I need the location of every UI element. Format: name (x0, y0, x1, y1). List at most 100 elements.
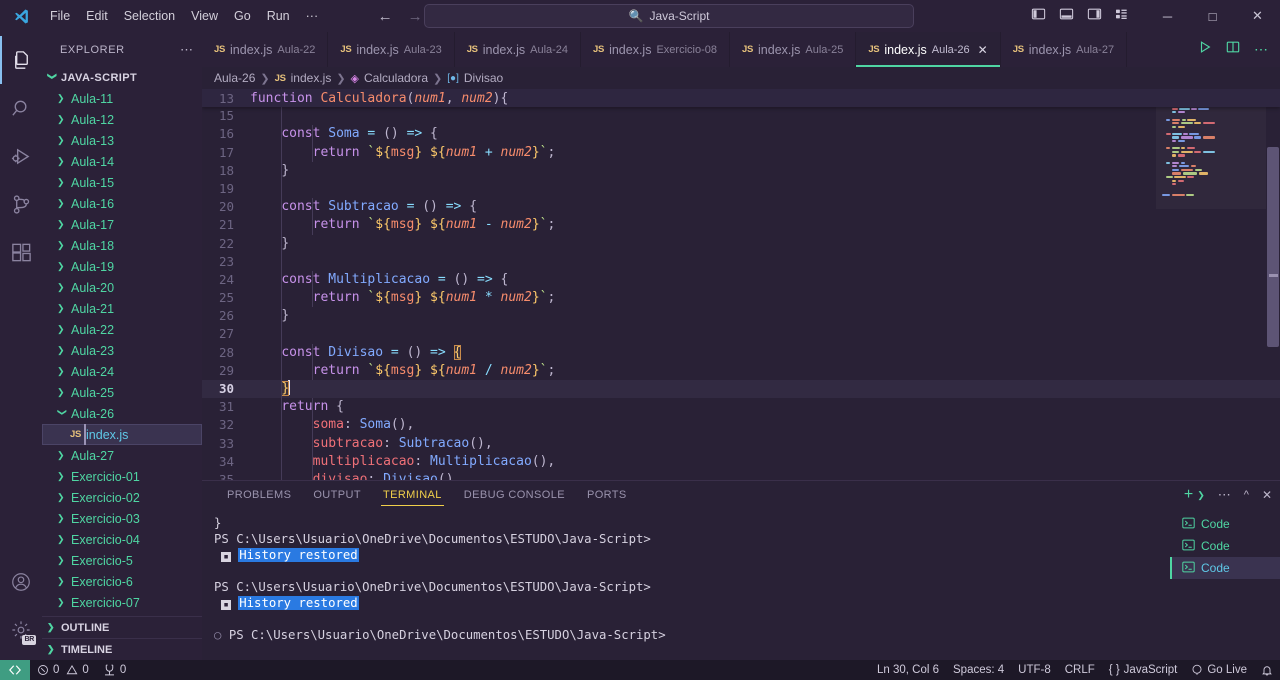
sidebar-folder-Aula-17[interactable]: ❯ Aula-17 (42, 214, 202, 235)
code-line-16[interactable]: 16 const Soma = () => { (202, 125, 1280, 143)
code-line-31[interactable]: 31 return { (202, 398, 1280, 416)
code-line-33[interactable]: 33 subtracao: Subtracao(), (202, 435, 1280, 453)
editor-scrollbar[interactable] (1266, 89, 1280, 480)
customize-layout-icon[interactable] (1115, 7, 1131, 26)
code-line-26[interactable]: 26 } (202, 307, 1280, 325)
sticky-scroll-line[interactable]: 13 function Calculadora(num1, num2){ (202, 89, 1280, 108)
editor-tab-Aula-24[interactable]: JS index.js Aula-24 (454, 32, 582, 67)
breadcrumb-item-class[interactable]: Calculadora (364, 71, 428, 85)
code-line-20[interactable]: 20 const Subtracao = () => { (202, 198, 1280, 216)
code-line-34[interactable]: 34 multiplicacao: Multiplicacao(), (202, 453, 1280, 471)
sidebar-folder-Aula-19[interactable]: ❯ Aula-19 (42, 256, 202, 277)
toggle-primary-sidebar-icon[interactable] (1031, 7, 1046, 26)
maximize-button[interactable]: □ (1190, 0, 1235, 32)
search-icon[interactable] (0, 84, 42, 132)
terminal-list-item[interactable]: Code (1170, 535, 1280, 557)
code-line-30[interactable]: 30 } (202, 380, 1280, 399)
breadcrumb-item-member[interactable]: Divisao (464, 71, 503, 85)
code-line-27[interactable]: 27 (202, 325, 1280, 343)
menu-run[interactable]: Run (259, 5, 298, 27)
code-lines[interactable]: 14 const msg = 'Resultado:'1516 const So… (202, 89, 1280, 480)
more-actions-icon[interactable]: ⋯ (1254, 41, 1268, 58)
breadcrumb-item-folder[interactable]: Aula-26 (214, 71, 255, 85)
tab-output[interactable]: OUTPUT (302, 481, 372, 509)
close-icon[interactable]: ✕ (978, 43, 988, 57)
sidebar-folder-Aula-14[interactable]: ❯ Aula-14 (42, 151, 202, 172)
cursor-position[interactable]: Ln 30, Col 6 (870, 660, 946, 680)
menu-go[interactable]: Go (226, 5, 259, 27)
code-line-21[interactable]: 21 return `${msg} ${num1 - num2}`; (202, 216, 1280, 234)
remote-window-icon[interactable] (0, 660, 30, 680)
sidebar-folder-Aula-22[interactable]: ❯ Aula-22 (42, 319, 202, 340)
tab-problems[interactable]: PROBLEMS (216, 481, 302, 509)
sidebar-item-outline[interactable]: ❯ OUTLINE (42, 616, 202, 638)
editor-tab-Aula-27[interactable]: JS index.js Aula-27 (1000, 32, 1128, 67)
split-editor-icon[interactable] (1226, 40, 1240, 59)
toggle-panel-icon[interactable] (1059, 7, 1074, 26)
code-line-23[interactable]: 23 (202, 253, 1280, 271)
ellipsis-icon[interactable]: ⋯ (180, 42, 194, 58)
sidebar-folder-Exercicio-08[interactable]: ❯Exercicio-08 (42, 613, 202, 616)
terminal-list-item[interactable]: Code (1170, 513, 1280, 535)
indentation-status[interactable]: Spaces: 4 (946, 660, 1011, 680)
maximize-panel-icon[interactable]: ^ (1244, 489, 1249, 501)
code-editor[interactable]: 14 const msg = 'Resultado:'1516 const So… (202, 89, 1280, 480)
sidebar-folder-Aula-13[interactable]: ❯ Aula-13 (42, 130, 202, 151)
code-line-18[interactable]: 18 } (202, 162, 1280, 180)
code-line-25[interactable]: 25 return `${msg} ${num1 * num2}`; (202, 289, 1280, 307)
sidebar-folder-Exercicio-6[interactable]: ❯ Exercicio-6 (42, 571, 202, 592)
editor-tab-Aula-22[interactable]: JS index.js Aula-22 (202, 32, 329, 67)
arrow-right-icon[interactable]: → (406, 8, 424, 25)
sidebar-folder-Aula-26[interactable]: ❯ Aula-26 (42, 403, 202, 424)
editor-tab-Aula-25[interactable]: JS index.js Aula-25 (729, 32, 857, 67)
account-icon[interactable] (0, 558, 42, 606)
code-line-32[interactable]: 32 soma: Soma(), (202, 416, 1280, 434)
bell-icon[interactable] (1254, 660, 1280, 680)
code-line-35[interactable]: 35 divisao: Divisao() (202, 471, 1280, 480)
sidebar-folder-Aula-11[interactable]: ❯ Aula-11 (42, 88, 202, 109)
sidebar-folder-Aula-16[interactable]: ❯ Aula-16 (42, 193, 202, 214)
sidebar-folder-Exercicio-07[interactable]: ❯ Exercicio-07 (42, 592, 202, 613)
editor-tabs[interactable]: JS index.js Aula-22 JS index.js Aula-23 JS inde… (202, 32, 1186, 67)
menu-view[interactable]: View (183, 5, 226, 27)
minimap[interactable] (1156, 89, 1266, 480)
sidebar-folder-Exercicio-01[interactable]: ❯ Exercicio-01 (42, 466, 202, 487)
eol-status[interactable]: CRLF (1058, 660, 1102, 680)
tab-debug-console[interactable]: DEBUG CONSOLE (453, 481, 576, 509)
terminal-list-item[interactable]: Code (1170, 557, 1280, 579)
sidebar-folder-Aula-24[interactable]: ❯ Aula-24 (42, 361, 202, 382)
menu-file[interactable]: File (42, 5, 78, 27)
extensions-icon[interactable] (0, 228, 42, 276)
breadcrumb-item-file[interactable]: index.js (291, 71, 332, 85)
settings-gear-icon[interactable]: BR (0, 606, 42, 654)
views-and-more-icon[interactable]: ⋯ (1218, 487, 1231, 503)
code-line-15[interactable]: 15 (202, 107, 1280, 125)
go-live-button[interactable]: Go Live (1184, 660, 1254, 680)
ports-status[interactable]: 0 (96, 660, 133, 680)
run-and-debug-icon[interactable] (0, 132, 42, 180)
sidebar-folder-Aula-15[interactable]: ❯ Aula-15 (42, 172, 202, 193)
source-control-icon[interactable] (0, 180, 42, 228)
tab-ports[interactable]: PORTS (576, 481, 638, 509)
editor-tab-Aula-23[interactable]: JS index.js Aula-23 (328, 32, 455, 67)
sidebar-folder-Aula-18[interactable]: ❯ Aula-18 (42, 235, 202, 256)
sidebar-folder-Aula-23[interactable]: ❯ Aula-23 (42, 340, 202, 361)
encoding-status[interactable]: UTF-8 (1011, 660, 1058, 680)
sidebar-folder-Aula-12[interactable]: ❯ Aula-12 (42, 109, 202, 130)
terminal-list[interactable]: Code Code Code (1170, 509, 1280, 660)
code-line-17[interactable]: 17 return `${msg} ${num1 + num2}`; (202, 144, 1280, 162)
arrow-left-icon[interactable]: ← (376, 8, 394, 25)
menu-more[interactable]: ··· (298, 5, 327, 27)
code-line-28[interactable]: 28 const Divisao = () => { (202, 344, 1280, 362)
code-line-19[interactable]: 19 (202, 180, 1280, 198)
language-status[interactable]: { } JavaScript (1102, 660, 1185, 680)
editor-tab-Aula-26[interactable]: JS index.js Aula-26 ✕ (856, 32, 1001, 67)
close-button[interactable]: ✕ (1235, 0, 1280, 32)
file-tree[interactable]: ❯ JAVA-SCRIPT ❯ Aula-11 ❯ Aula-12 ❯ Aula-13 ❯ A… (42, 67, 202, 616)
sidebar-item-timeline[interactable]: ❯ TIMELINE (42, 638, 202, 660)
code-line-22[interactable]: 22 } (202, 235, 1280, 253)
code-line-24[interactable]: 24 const Multiplicacao = () => { (202, 271, 1280, 289)
terminal-output[interactable]: } PS C:\Users\Usuario\OneDrive\Documentos… (202, 509, 1170, 660)
sidebar-folder-Aula-25[interactable]: ❯ Aula-25 (42, 382, 202, 403)
menu-selection[interactable]: Selection (116, 5, 183, 27)
